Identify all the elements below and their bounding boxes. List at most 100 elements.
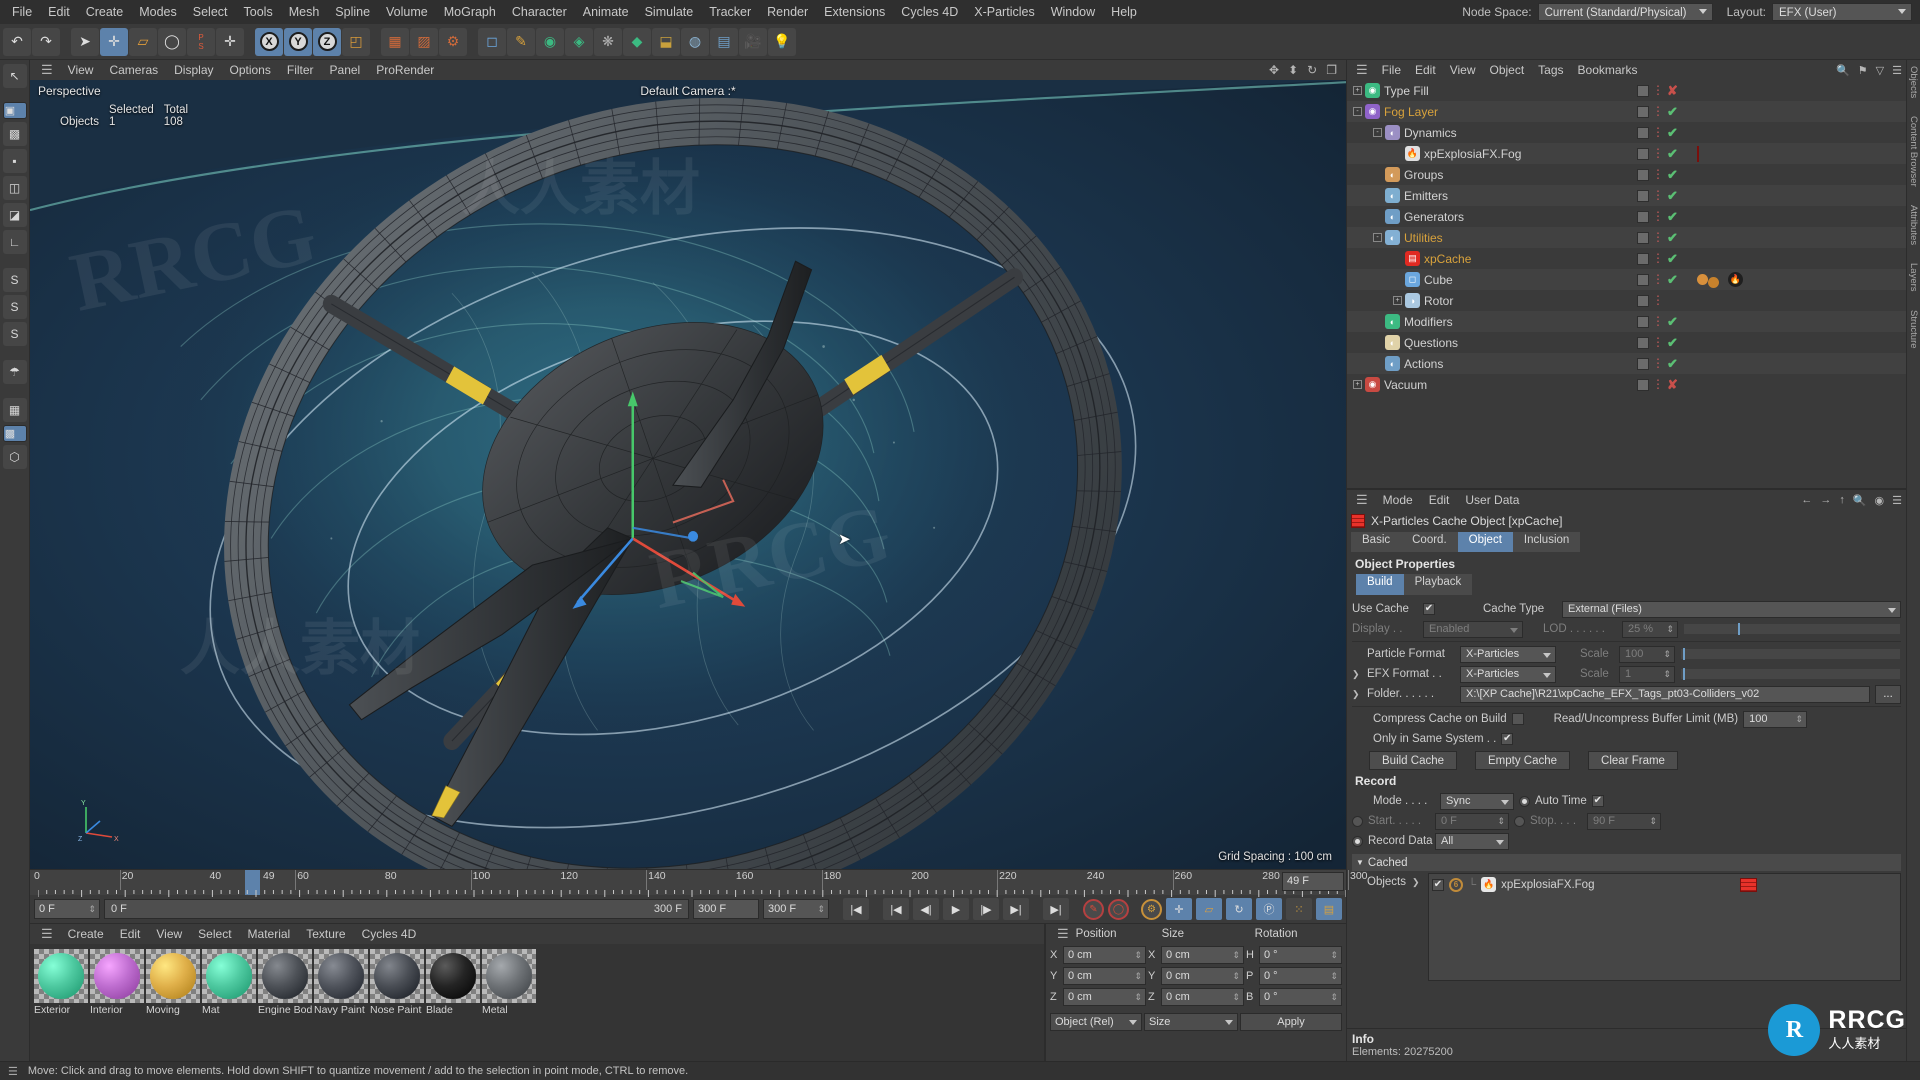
menu-item-tools[interactable]: Tools xyxy=(236,2,281,22)
coordinate-mode-select[interactable]: Object (Rel) xyxy=(1050,1013,1142,1031)
record-data-select[interactable]: All xyxy=(1435,833,1509,850)
texture-mode-button[interactable]: ▩ xyxy=(3,122,27,146)
material-item[interactable]: Moving xyxy=(146,949,200,1056)
material-item[interactable]: Blade xyxy=(426,949,480,1056)
object-menu-item-view[interactable]: View xyxy=(1443,61,1483,79)
tree-toggle-icon[interactable]: - xyxy=(1373,128,1382,137)
tree-toggle-icon[interactable]: + xyxy=(1353,86,1362,95)
visibility-editor-toggle[interactable] xyxy=(1637,106,1649,118)
visibility-dots-icon[interactable]: ⋮ xyxy=(1652,275,1664,284)
timeline-layout-button[interactable]: ▤ xyxy=(1316,898,1342,920)
viewport-rotate-icon[interactable]: ↻ xyxy=(1307,63,1317,77)
stepper-icon[interactable]: ⇕ xyxy=(817,904,825,915)
object-options-icon[interactable]: ☰ xyxy=(1888,64,1906,77)
viewport-menu-item-cameras[interactable]: Cameras xyxy=(101,61,166,79)
end-frame-display[interactable]: 300 F xyxy=(693,899,759,919)
folder-browse-button[interactable]: ... xyxy=(1875,685,1901,704)
object-menu-item-object[interactable]: Object xyxy=(1482,61,1531,79)
visibility-dots-icon[interactable]: ⋮ xyxy=(1652,191,1664,200)
visibility-editor-toggle[interactable] xyxy=(1637,127,1649,139)
material-item[interactable]: Interior xyxy=(90,949,144,1056)
timeline-ruler[interactable]: 0204060801001201401601802002202402602803… xyxy=(30,869,1346,895)
coordinates-hamburger-icon[interactable]: ☰ xyxy=(1050,926,1076,942)
object-subtab-build[interactable]: Build xyxy=(1356,574,1404,595)
point-mode-button[interactable]: ▪ xyxy=(3,149,27,173)
buffer-limit-input[interactable]: 100 ⇕ xyxy=(1743,711,1807,728)
stepper-icon[interactable]: ⇕ xyxy=(1649,816,1657,827)
render-settings-button[interactable]: ⚙ xyxy=(439,28,467,56)
visibility-dots-icon[interactable]: ⋮ xyxy=(1652,254,1664,263)
object-menu-item-file[interactable]: File xyxy=(1375,61,1408,79)
visibility-editor-toggle[interactable] xyxy=(1637,379,1649,391)
visibility-dots-icon[interactable]: ⋮ xyxy=(1652,86,1664,95)
attr-search-icon[interactable]: 🔍 xyxy=(1849,494,1871,507)
position-input[interactable]: 0 cm⇕ xyxy=(1063,988,1146,1006)
vtab-content-browser[interactable]: Content Browser xyxy=(1908,116,1919,187)
material-menu-item-create[interactable]: Create xyxy=(60,925,112,943)
add-scene-object-button[interactable]: ▤ xyxy=(710,28,738,56)
attr-forward-icon[interactable]: → xyxy=(1816,494,1835,506)
enabled-check-icon[interactable]: ✔ xyxy=(1667,356,1678,372)
world-object-coordinate-button[interactable]: ◰ xyxy=(342,28,370,56)
lock-z-axis-button[interactable]: Z xyxy=(313,28,341,56)
attributes-tab-coord-[interactable]: Coord. xyxy=(1401,532,1458,552)
material-item[interactable]: Metal xyxy=(482,949,536,1056)
enabled-check-icon[interactable]: ✔ xyxy=(1667,104,1678,120)
object-subtab-playback[interactable]: Playback xyxy=(1404,574,1473,595)
lock-y-axis-button[interactable]: Y xyxy=(284,28,312,56)
add-environment-button[interactable]: ◍ xyxy=(681,28,709,56)
visibility-dots-icon[interactable]: ⋮ xyxy=(1652,170,1664,179)
menu-item-mograph[interactable]: MoGraph xyxy=(436,2,504,22)
enabled-check-icon[interactable]: ✔ xyxy=(1667,230,1678,246)
auto-time-checkbox[interactable]: ✔ xyxy=(1592,795,1604,807)
menu-item-help[interactable]: Help xyxy=(1103,2,1145,22)
move-tool-button[interactable]: ✛ xyxy=(100,28,128,56)
material-item[interactable]: Navy Paint xyxy=(314,949,368,1056)
explosia-collider-tag-icon[interactable]: 🔥 xyxy=(1728,272,1743,287)
attributes-tab-object[interactable]: Object xyxy=(1458,532,1513,552)
visibility-editor-toggle[interactable] xyxy=(1637,274,1649,286)
viewport-maximize-icon[interactable]: ❐ xyxy=(1326,63,1337,77)
object-tree-row[interactable]: ◻Cube⋮✔🔥 xyxy=(1347,269,1906,290)
attr-pin-icon[interactable]: ◉ xyxy=(1871,494,1889,507)
object-manager-hamburger-icon[interactable]: ☰ xyxy=(1349,62,1375,78)
add-mograph-button[interactable]: ❋ xyxy=(594,28,622,56)
efx-scale-slider-handle[interactable] xyxy=(1683,668,1685,680)
visibility-dots-icon[interactable]: ⋮ xyxy=(1652,212,1664,221)
add-cube-object-button[interactable]: ◻ xyxy=(478,28,506,56)
material-menu-hamburger-icon[interactable]: ☰ xyxy=(34,926,60,942)
enabled-check-icon[interactable]: ✔ xyxy=(1667,167,1678,183)
enabled-check-icon[interactable]: ✔ xyxy=(1667,125,1678,141)
menu-item-extensions[interactable]: Extensions xyxy=(816,2,893,22)
visibility-dots-icon[interactable]: ⋮ xyxy=(1652,359,1664,368)
menu-item-volume[interactable]: Volume xyxy=(378,2,436,22)
rotation-input[interactable]: 0 °⇕ xyxy=(1259,967,1342,985)
menu-item-cycles-4d[interactable]: Cycles 4D xyxy=(893,2,966,22)
stepper-icon[interactable]: ⇕ xyxy=(1663,669,1671,680)
visibility-editor-toggle[interactable] xyxy=(1637,337,1649,349)
tree-toggle-icon[interactable]: - xyxy=(1373,233,1382,242)
parameter-tool-button[interactable]: PS xyxy=(187,28,215,56)
menu-item-mesh[interactable]: Mesh xyxy=(281,2,328,22)
vtab-attributes[interactable]: Attributes xyxy=(1908,205,1919,245)
viewport-menu-item-view[interactable]: View xyxy=(60,61,102,79)
efx-scale-slider[interactable] xyxy=(1680,668,1901,680)
scale-tool-button[interactable]: ▱ xyxy=(129,28,157,56)
size-input[interactable]: 0 cm⇕ xyxy=(1161,946,1244,964)
build-playback-tabs[interactable]: BuildPlayback xyxy=(1352,574,1901,595)
parameter-key-button[interactable]: Ⓟ xyxy=(1256,898,1282,920)
menu-item-tracker[interactable]: Tracker xyxy=(701,2,759,22)
visibility-editor-toggle[interactable] xyxy=(1637,232,1649,244)
stepper-icon[interactable]: ⇕ xyxy=(1232,992,1240,1003)
viewport-menu-item-prorender[interactable]: ProRender xyxy=(368,61,442,79)
menu-item-edit[interactable]: Edit xyxy=(40,2,78,22)
status-hamburger-icon[interactable]: ☰ xyxy=(4,1065,22,1078)
menu-item-file[interactable]: File xyxy=(4,2,40,22)
rotation-input[interactable]: 0 °⇕ xyxy=(1259,946,1342,964)
next-keyframe-button[interactable]: ▶| xyxy=(1003,898,1029,920)
live-selection-tool-button[interactable]: ↖ xyxy=(3,64,27,88)
attr-up-icon[interactable]: ↑ xyxy=(1835,494,1849,506)
material-menu-item-material[interactable]: Material xyxy=(240,925,299,943)
material-item[interactable]: Exterior xyxy=(34,949,88,1056)
object-menu-item-tags[interactable]: Tags xyxy=(1531,61,1570,79)
